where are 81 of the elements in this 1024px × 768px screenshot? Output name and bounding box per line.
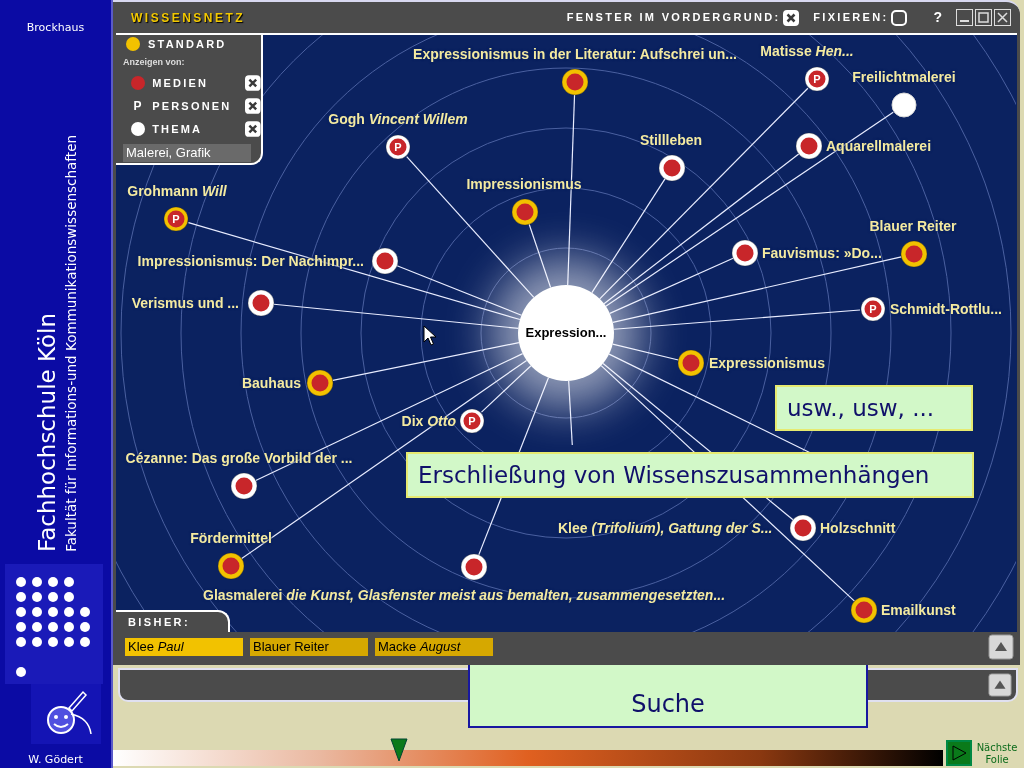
media-node[interactable] xyxy=(788,513,818,543)
node-label[interactable]: Glasmalerei die Kunst, Glasfenster meist aus bemalten, zusammengesetzten... xyxy=(203,588,726,602)
help-button[interactable]: ? xyxy=(933,7,942,28)
node-label[interactable]: Schmidt-Rottlu... xyxy=(890,302,1002,316)
person-node[interactable]: P xyxy=(457,406,487,436)
media-node[interactable] xyxy=(560,67,590,97)
node-label[interactable]: Stillleben xyxy=(639,133,703,147)
node-label[interactable]: Expressionismus xyxy=(709,356,825,370)
history-item[interactable]: Blauer Reiter xyxy=(250,638,368,656)
cursor-icon xyxy=(423,325,437,347)
media-node[interactable] xyxy=(510,197,540,227)
node-label[interactable]: Bauhaus xyxy=(241,376,301,390)
media-node[interactable] xyxy=(370,246,400,276)
checkbox[interactable] xyxy=(891,9,908,26)
option-label: FIXIEREN: xyxy=(813,10,889,26)
legend-label: STANDARD xyxy=(148,37,227,52)
node-label[interactable]: Klee (Trifolium), Gattung der S... xyxy=(558,521,773,535)
media-node[interactable] xyxy=(216,551,246,581)
option-label: FENSTER IM VORDERGRUND: xyxy=(566,10,781,26)
node-label[interactable]: Grohmann Will xyxy=(127,184,227,198)
node-label[interactable]: Blauer Reiter xyxy=(869,219,957,233)
connector-line xyxy=(568,380,573,446)
history-item[interactable]: Macke August xyxy=(375,638,493,656)
slide-callout: Erschließung von Wissenszusammenhängen xyxy=(406,452,974,498)
play-icon xyxy=(951,745,967,761)
media-node[interactable] xyxy=(849,595,879,625)
media-node[interactable] xyxy=(676,348,706,378)
topic-node[interactable] xyxy=(889,90,919,120)
progress-marker[interactable] xyxy=(390,738,409,762)
node-label[interactable]: Fördermittel xyxy=(190,531,272,545)
topic-dot-icon xyxy=(130,122,145,136)
maximize-icon[interactable] xyxy=(975,9,992,26)
slide-callout: usw., usw, ... xyxy=(775,385,973,431)
node-label[interactable]: Matisse Hen... xyxy=(760,44,854,58)
node-label[interactable]: Expressionismus in der Literatur: Aufschrei un... xyxy=(413,47,737,61)
checkbox[interactable] xyxy=(245,75,261,91)
person-node[interactable]: P xyxy=(802,64,832,94)
smiley-logo-icon xyxy=(30,683,101,744)
close-icon[interactable] xyxy=(994,9,1011,26)
checkbox[interactable] xyxy=(245,98,261,114)
legend-heading: Anzeigen von: xyxy=(123,55,186,69)
window-title: WISSENSNETZ xyxy=(131,9,246,27)
media-node[interactable] xyxy=(459,552,489,582)
media-node[interactable] xyxy=(246,288,276,318)
media-node[interactable] xyxy=(305,368,335,398)
media-dot-icon xyxy=(130,76,145,90)
person-node[interactable]: P xyxy=(858,294,888,324)
media-node[interactable] xyxy=(794,131,824,161)
sidebar-title: Fachhochschule Köln xyxy=(36,312,59,552)
legend-label: PERSONEN xyxy=(152,98,233,114)
checkbox[interactable] xyxy=(245,121,261,137)
node-label[interactable]: Emailkunst xyxy=(881,603,956,617)
legend-label: THEMA xyxy=(152,121,204,137)
filter-field[interactable]: Malerei, Grafik xyxy=(123,144,251,162)
history-item[interactable]: Klee Paul xyxy=(125,638,243,656)
sidebar-subtitle: Fakultät für Informations-und Kommunikationswissenschaften xyxy=(65,134,79,552)
history-label: BISHER: xyxy=(128,614,191,630)
node-label[interactable]: Fauvismus: »Do... xyxy=(762,246,882,260)
media-node[interactable] xyxy=(899,239,929,269)
node-label[interactable]: Verismus und ... xyxy=(131,296,239,310)
legend-label: MEDIEN xyxy=(152,75,210,91)
node-label[interactable]: Freilichtmalerei xyxy=(852,70,956,84)
author-label: W. Gödert xyxy=(28,751,83,768)
person-node[interactable]: P xyxy=(383,132,413,162)
media-node[interactable] xyxy=(229,471,259,501)
standard-dot-icon xyxy=(126,37,140,52)
node-label[interactable]: Holzschnitt xyxy=(820,521,896,535)
next-slide-label[interactable]: Nächste Folie xyxy=(972,742,1022,766)
sidebar-label: Brockhaus xyxy=(26,20,85,36)
scroll-up-icon[interactable] xyxy=(988,634,1014,660)
checkbox[interactable] xyxy=(783,9,800,26)
minimize-icon[interactable] xyxy=(956,9,973,26)
person-node[interactable]: P xyxy=(161,204,191,234)
media-node[interactable] xyxy=(657,153,687,183)
dots-logo-icon xyxy=(5,563,103,684)
scroll-up-icon[interactable] xyxy=(988,673,1012,697)
next-slide-button[interactable] xyxy=(946,740,972,766)
center-node[interactable]: Expression... xyxy=(518,285,614,381)
node-label[interactable]: Gogh Vincent Willem xyxy=(328,112,468,126)
person-symbol: P xyxy=(133,98,142,115)
media-node[interactable] xyxy=(730,238,760,268)
